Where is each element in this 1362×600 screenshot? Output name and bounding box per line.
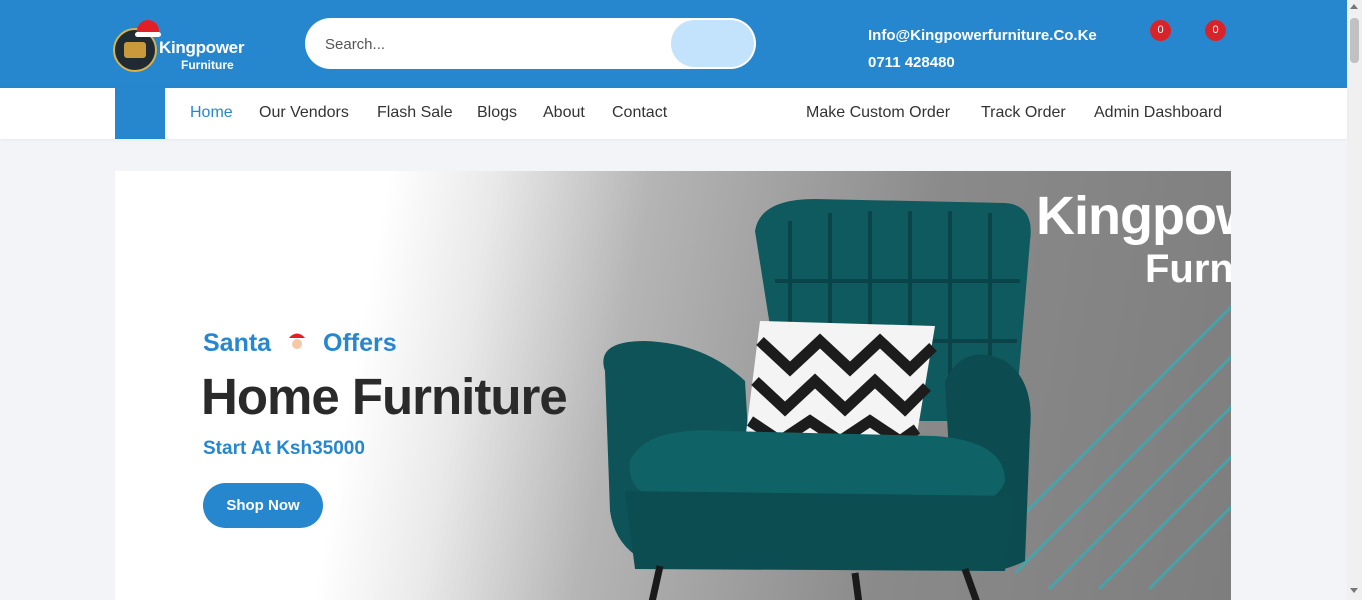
scrollbar-thumb[interactable]: [1350, 18, 1359, 63]
sofa-icon: [124, 42, 146, 58]
nav-admin-dashboard[interactable]: Admin Dashboard: [1094, 104, 1222, 122]
nav-track-order[interactable]: Track Order: [981, 104, 1066, 122]
page-scrollbar[interactable]: [1347, 0, 1362, 600]
logo-emblem: [113, 20, 161, 72]
santa-hat-icon: [135, 20, 161, 37]
nav-blogs[interactable]: Blogs: [477, 104, 517, 122]
email-link[interactable]: Info@Kingpowerfurniture.Co.Ke: [868, 22, 1097, 49]
santa-icon: [287, 331, 310, 351]
nav-our-vendors[interactable]: Our Vendors: [259, 104, 349, 122]
nav-make-custom-order[interactable]: Make Custom Order: [806, 104, 950, 122]
nav-about[interactable]: About: [543, 104, 585, 122]
scroll-up-icon[interactable]: [1350, 4, 1358, 9]
banner-watermark-line2: Furn: [1145, 247, 1231, 291]
hero-title: Home Furniture: [201, 368, 568, 425]
search-bar: [305, 18, 756, 69]
hero-kicker: Santa Offers: [203, 329, 397, 358]
categories-menu-button[interactable]: [115, 88, 165, 139]
banner-watermark-line1: Kingpow: [1036, 186, 1231, 246]
logo-text-secondary: Furniture: [181, 58, 234, 72]
shop-now-button[interactable]: Shop Now: [203, 483, 323, 528]
top-header: Kingpower Furniture Info@Kingpowerfurnit…: [0, 0, 1347, 88]
logo-text-primary: Kingpower: [159, 38, 245, 57]
search-input[interactable]: [325, 31, 665, 57]
hero-banner: Kingpow Furn Santa: [115, 171, 1231, 600]
contact-info: Info@Kingpowerfurniture.Co.Ke 0711 42848…: [868, 22, 1097, 76]
scroll-down-icon[interactable]: [1350, 588, 1358, 593]
nav-contact[interactable]: Contact: [612, 104, 667, 122]
search-button[interactable]: [671, 20, 754, 67]
armchair-image: [603, 199, 1031, 600]
main-navigation: Home Our Vendors Flash Sale Blogs About …: [0, 88, 1347, 139]
site-logo[interactable]: Kingpower Furniture: [113, 20, 245, 74]
nav-home[interactable]: Home: [190, 104, 233, 122]
cart-count-badge[interactable]: 0: [1205, 20, 1226, 41]
wishlist-count-badge[interactable]: 0: [1150, 20, 1171, 41]
phone-link[interactable]: 0711 428480: [868, 49, 1097, 76]
decorative-stripes: [1015, 251, 1231, 600]
hero-kicker-left: Santa: [203, 329, 272, 357]
hero-kicker-right: Offers: [323, 329, 397, 357]
hero-price: Start At Ksh35000: [203, 438, 365, 459]
nav-flash-sale[interactable]: Flash Sale: [377, 104, 453, 122]
